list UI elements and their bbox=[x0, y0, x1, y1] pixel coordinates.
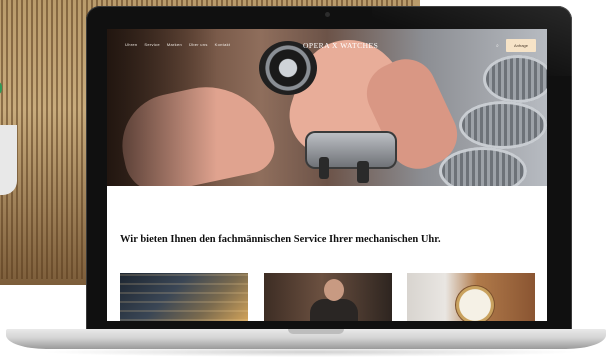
website-screen: Uhren Service Marken Über uns Kontakt OP… bbox=[107, 29, 547, 321]
hero-image-watchmaker: Uhren Service Marken Über uns Kontakt OP… bbox=[107, 29, 547, 186]
main-nav: Uhren Service Marken Über uns Kontakt bbox=[125, 42, 230, 47]
laptop-base bbox=[6, 329, 606, 349]
nav-item[interactable]: Marken bbox=[167, 42, 182, 47]
card-person bbox=[324, 279, 344, 301]
card-image-lights bbox=[120, 273, 248, 321]
service-card-image[interactable] bbox=[120, 273, 248, 321]
site-logo[interactable]: OPERA X WATCHES bbox=[303, 41, 378, 50]
laptop-lid: Uhren Service Marken Über uns Kontakt OP… bbox=[86, 6, 572, 331]
nav-item[interactable]: Service bbox=[144, 42, 159, 47]
hero-shadow bbox=[107, 29, 217, 186]
cta-button[interactable]: Anfrage bbox=[506, 39, 536, 52]
parts-tin bbox=[483, 55, 547, 103]
parts-tin bbox=[439, 147, 527, 186]
tool-tweezers bbox=[319, 157, 329, 179]
laptop-notch bbox=[288, 329, 344, 334]
service-card-image[interactable] bbox=[264, 273, 392, 321]
service-card-image[interactable] bbox=[407, 273, 535, 321]
page-headline: Wir bieten Ihnen den fachmännischen Serv… bbox=[120, 234, 441, 245]
search-icon[interactable]: ⌕ bbox=[496, 43, 499, 49]
nav-item[interactable]: Uhren bbox=[125, 42, 137, 47]
nav-item[interactable]: Über uns bbox=[189, 42, 208, 47]
webcam bbox=[325, 12, 330, 17]
card-watch bbox=[455, 285, 495, 321]
partial-device-body bbox=[0, 125, 17, 195]
nav-item[interactable]: Kontakt bbox=[215, 42, 231, 47]
card-person-body bbox=[310, 299, 358, 321]
parts-tin bbox=[459, 101, 547, 149]
partial-device-left bbox=[0, 0, 420, 285]
tool-holder bbox=[357, 161, 369, 183]
